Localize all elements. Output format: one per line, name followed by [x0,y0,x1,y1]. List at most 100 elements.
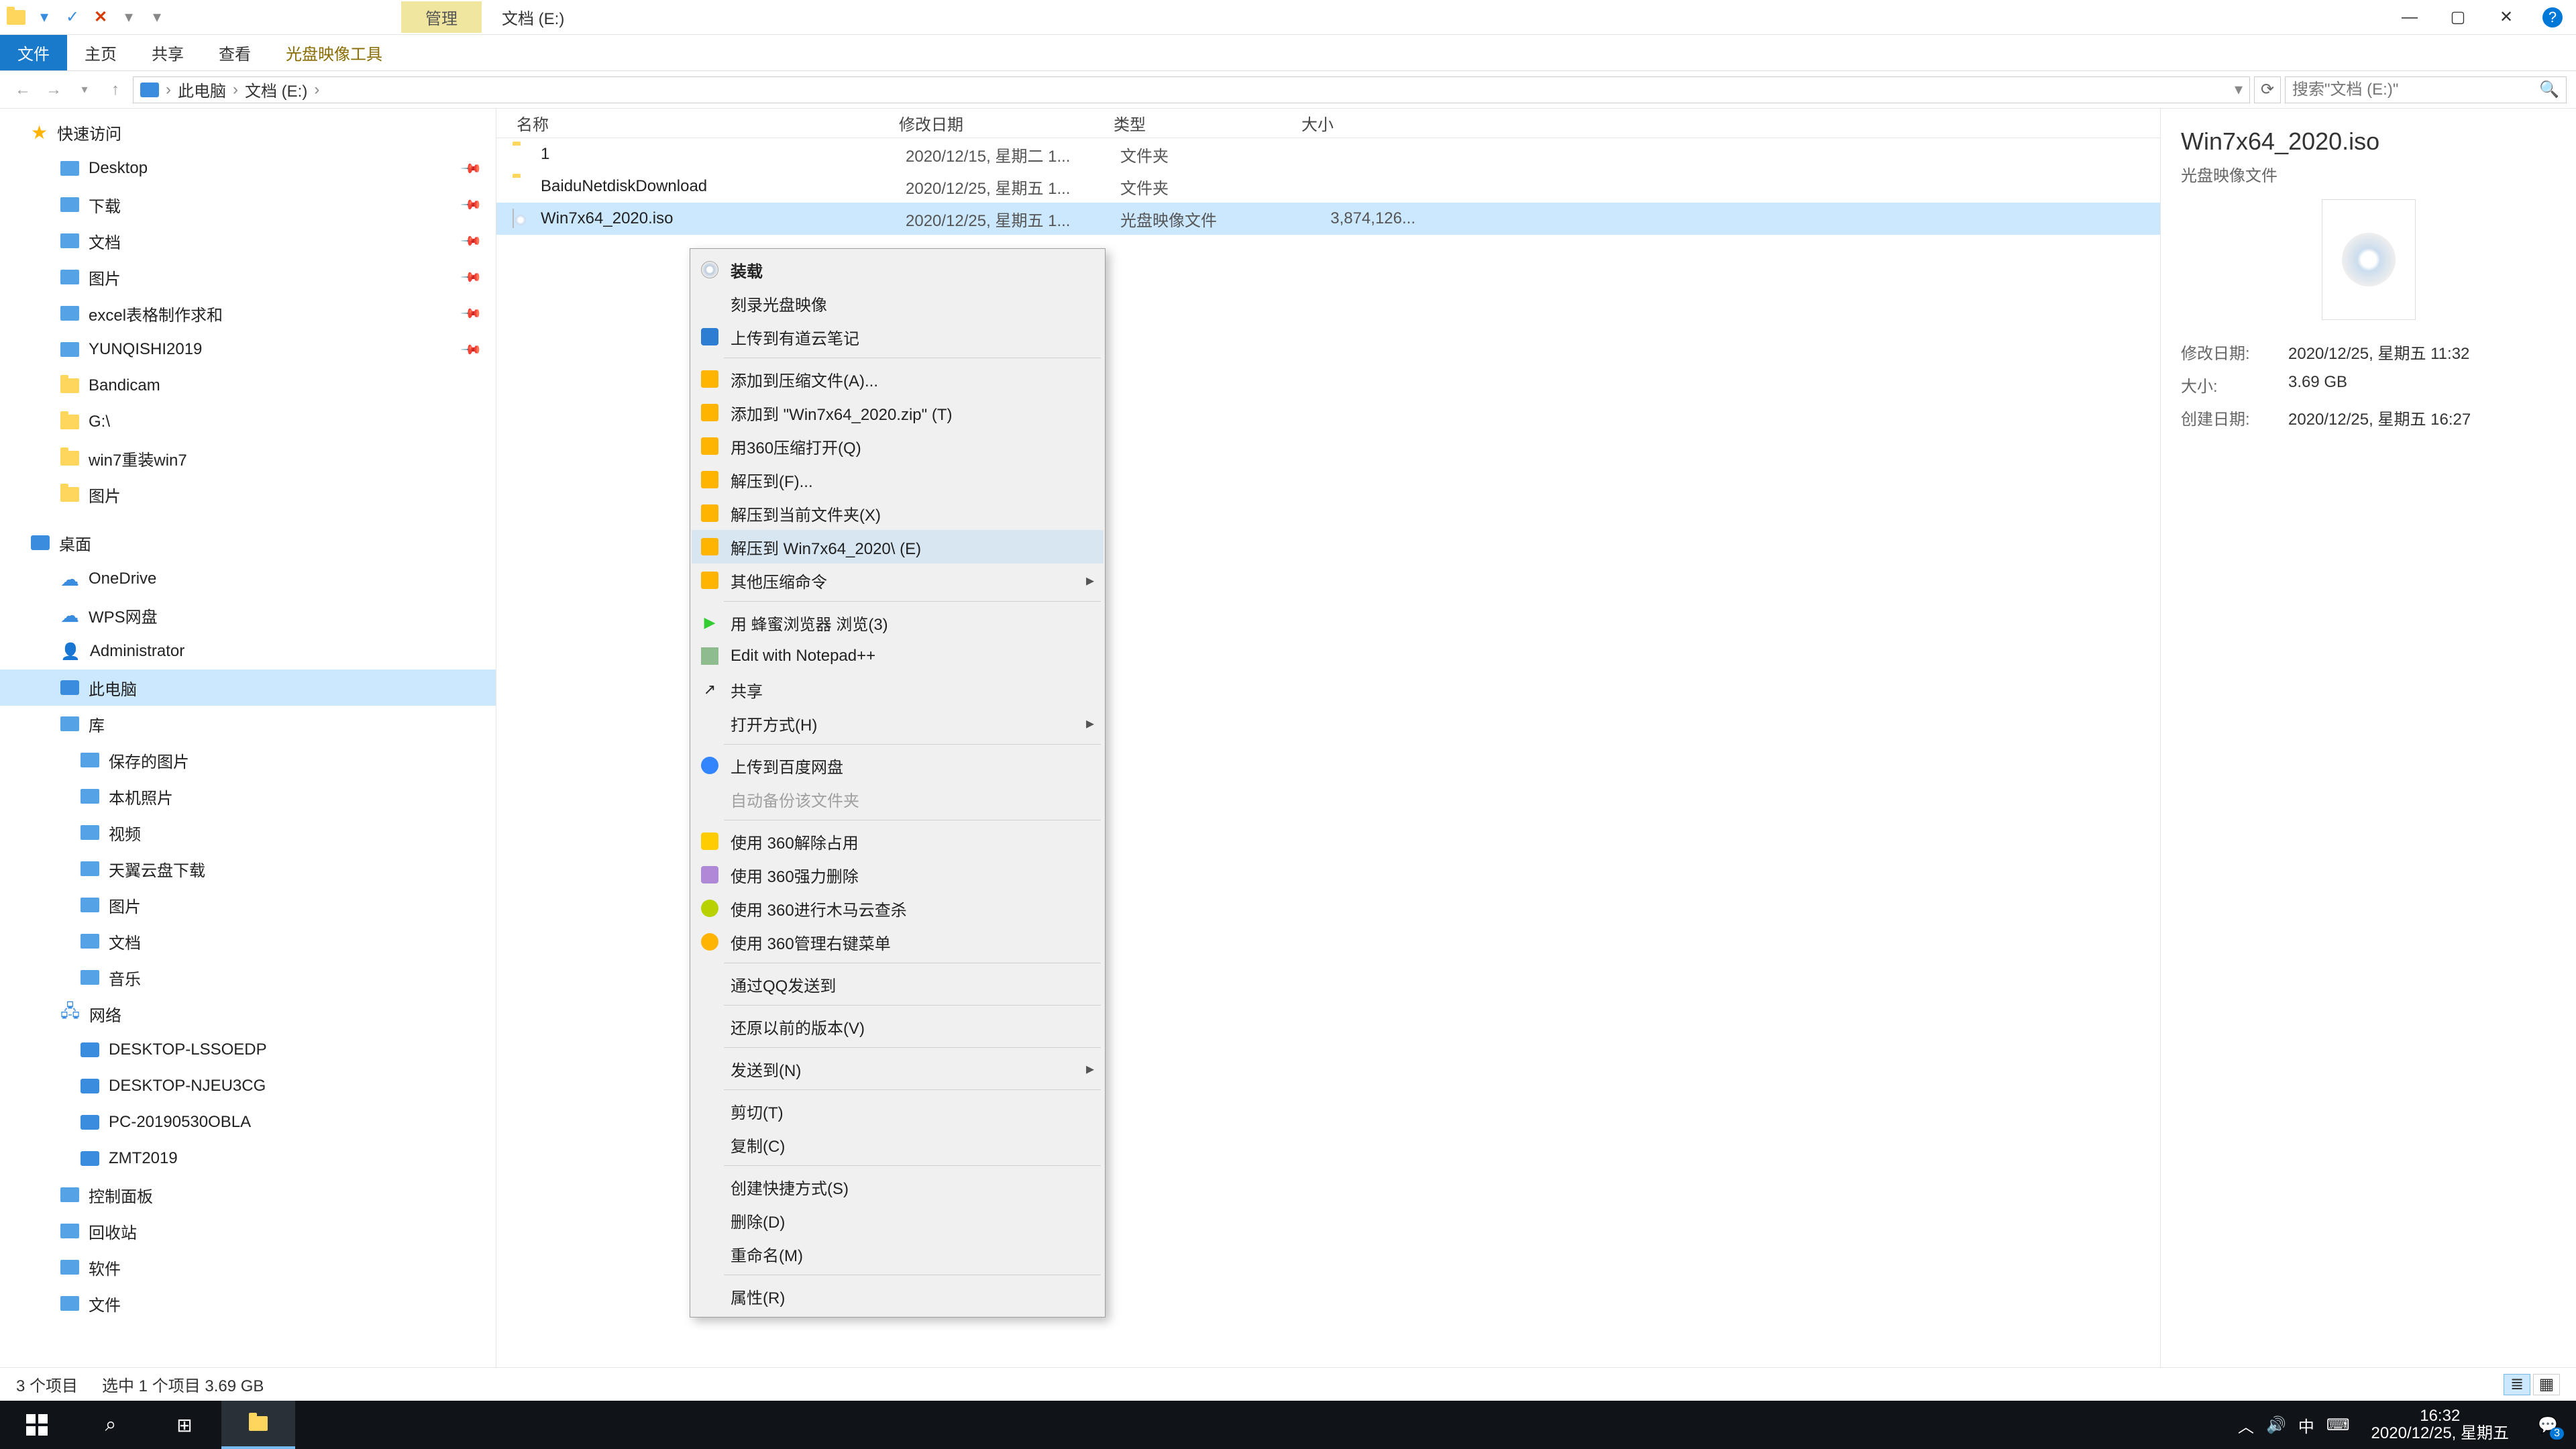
close-button[interactable]: ✕ [2494,5,2518,30]
tree-desktop[interactable]: 桌面 [0,525,496,561]
view-icons-button[interactable]: ▦ [2533,1374,2560,1395]
breadcrumb[interactable]: › 此电脑 › 文档 (E:) › ▾ [133,76,2250,103]
col-type[interactable]: 类型 [1114,111,1301,135]
tree-item[interactable]: 控制面板 [0,1177,496,1213]
menu-item[interactable]: 刻录光盘映像 [692,286,1104,320]
search-box[interactable]: 🔍 [2285,76,2567,103]
menu-item[interactable]: 其他压缩命令▸ [692,564,1104,597]
menu-item[interactable]: 装载 [692,253,1104,286]
view-details-button[interactable]: ≣ [2504,1374,2530,1395]
menu-item[interactable]: 剪切(T) [692,1094,1104,1128]
tree-item[interactable]: 图片📌 [0,259,496,295]
col-name[interactable]: 名称 [496,111,899,135]
menu-item[interactable]: 上传到百度网盘 [692,749,1104,782]
tree-item[interactable]: win7重装win7 [0,440,496,476]
tree-item[interactable]: Bandicam [0,368,496,404]
tree-item[interactable]: 视频 [0,814,496,851]
menu-item[interactable]: 添加到 "Win7x64_2020.zip" (T) [692,396,1104,429]
tree-item[interactable]: 下载📌 [0,186,496,223]
search-input[interactable] [2292,80,2539,99]
breadcrumb-folder[interactable]: 文档 (E:) [245,78,307,101]
tree-item[interactable]: DESKTOP-LSSOEDP [0,1032,496,1068]
save-icon[interactable]: ▾ [35,8,54,27]
menu-item[interactable]: 创建快捷方式(S) [692,1170,1104,1203]
menu-item[interactable]: 打开方式(H)▸ [692,706,1104,740]
col-date[interactable]: 修改日期 [899,111,1114,135]
tree-item[interactable]: 文档 [0,923,496,959]
tree-item[interactable]: excel表格制作求和📌 [0,295,496,331]
tab-disc-tools[interactable]: 光盘映像工具 [268,35,400,70]
task-view-button[interactable]: ⊞ [148,1401,221,1449]
menu-item[interactable]: 添加到压缩文件(A)... [692,362,1104,396]
tab-share[interactable]: 共享 [134,35,201,70]
file-row[interactable]: Win7x64_2020.iso 2020/12/25, 星期五 1... 光盘… [496,203,2160,235]
up-button[interactable]: ↑ [102,76,129,103]
help-button[interactable]: ? [2542,7,2563,28]
tree-item[interactable]: 此电脑 [0,669,496,706]
ime-indicator[interactable]: 中 [2298,1413,2314,1437]
tree-item[interactable]: YUNQISHI2019📌 [0,331,496,368]
menu-item[interactable]: 用360压缩打开(Q) [692,429,1104,463]
menu-item[interactable]: ▶用 蜂蜜浏览器 浏览(3) [692,606,1104,639]
keyboard-icon[interactable]: ⌨ [2326,1415,2350,1435]
menu-item[interactable]: Edit with Notepad++ [692,639,1104,673]
tree-item[interactable]: 文件 [0,1285,496,1322]
menu-item[interactable]: 通过QQ发送到 [692,967,1104,1001]
address-dropdown-icon[interactable]: ▾ [2235,80,2243,99]
menu-item[interactable]: 解压到当前文件夹(X) [692,496,1104,530]
tree-item[interactable]: DESKTOP-NJEU3CG [0,1068,496,1104]
menu-item[interactable]: 解压到(F)... [692,463,1104,496]
chevron-right-icon[interactable]: › [310,80,323,99]
tree-item[interactable]: 图片 [0,887,496,923]
search-button[interactable]: ⌕ [74,1401,148,1449]
more-icon[interactable]: ▾ [148,8,166,27]
tree-item[interactable]: Desktop📌 [0,150,496,186]
clock[interactable]: 16:32 2020/12/25, 星期五 [2362,1407,2518,1442]
menu-item[interactable]: 重命名(M) [692,1237,1104,1271]
forward-button[interactable]: → [40,76,67,103]
tree-item[interactable]: 本机照片 [0,778,496,814]
tab-home[interactable]: 主页 [67,35,134,70]
back-button[interactable]: ← [9,76,36,103]
menu-item[interactable]: 解压到 Win7x64_2020\ (E) [692,530,1104,564]
tab-file[interactable]: 文件 [0,35,67,70]
col-size[interactable]: 大小 [1301,111,1422,135]
tree-item[interactable]: 👤Administrator [0,633,496,669]
menu-item[interactable]: 发送到(N)▸ [692,1052,1104,1085]
tree-item[interactable]: 音乐 [0,959,496,996]
recent-dropdown[interactable]: ▾ [71,76,98,103]
minimize-button[interactable]: — [2398,5,2422,30]
menu-item[interactable]: 使用 360强力删除 [692,858,1104,892]
tab-view[interactable]: 查看 [201,35,268,70]
menu-item[interactable]: 使用 360管理右键菜单 [692,925,1104,959]
chevron-right-icon[interactable]: › [162,80,175,99]
menu-item[interactable]: 使用 360解除占用 [692,824,1104,858]
start-button[interactable] [0,1401,74,1449]
menu-item[interactable]: ↗共享 [692,673,1104,706]
maximize-button[interactable]: ▢ [2446,5,2470,30]
file-row[interactable]: BaiduNetdiskDownload 2020/12/25, 星期五 1..… [496,170,2160,203]
dropdown-icon[interactable]: ▾ [119,8,138,27]
menu-item[interactable]: 上传到有道云笔记 [692,320,1104,354]
tree-network[interactable]: 🖧 网络 [0,996,496,1032]
tree-item[interactable]: 软件 [0,1249,496,1285]
tree-item[interactable]: 保存的图片 [0,742,496,778]
explorer-taskbar-button[interactable] [221,1401,295,1449]
menu-item[interactable]: 使用 360进行木马云查杀 [692,892,1104,925]
refresh-button[interactable]: ⟳ [2254,76,2281,103]
menu-item[interactable]: 还原以前的版本(V) [692,1010,1104,1043]
file-row[interactable]: 1 2020/12/15, 星期二 1... 文件夹 [496,138,2160,170]
tree-item[interactable]: 图片 [0,476,496,513]
tree-item[interactable]: ☁WPS网盘 [0,597,496,633]
tree-item[interactable]: ☁OneDrive [0,561,496,597]
chevron-right-icon[interactable]: › [229,80,242,99]
menu-item[interactable]: 复制(C) [692,1128,1104,1161]
tree-item[interactable]: ZMT2019 [0,1140,496,1177]
notification-button[interactable]: 💬 3 [2530,1407,2565,1442]
tree-item[interactable]: G:\ [0,404,496,440]
tree-item[interactable]: 天翼云盘下载 [0,851,496,887]
menu-item[interactable]: 属性(R) [692,1279,1104,1313]
menu-item[interactable]: 删除(D) [692,1203,1104,1237]
tree-item[interactable]: PC-20190530OBLA [0,1104,496,1140]
volume-icon[interactable]: 🔊 [2266,1415,2286,1435]
